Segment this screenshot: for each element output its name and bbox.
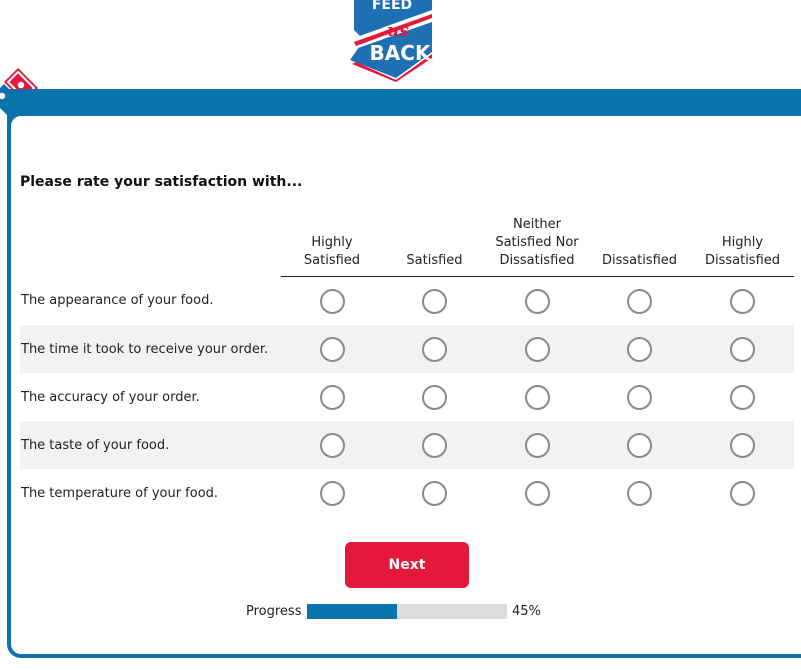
row-label-time: The time it took to receive your order. <box>20 325 281 373</box>
radio-temperature-dissatisfied[interactable] <box>627 480 652 506</box>
radio-appearance-highly-satisfied[interactable] <box>319 288 345 314</box>
radio-temperature-highly-satisfied[interactable] <box>319 480 345 506</box>
column-text: Dissatisfied <box>704 253 781 268</box>
row-label-accuracy: The accuracy of your order. <box>21 389 200 405</box>
progress-percent: 45% <box>512 604 541 619</box>
column-neither: Neither Satisfied Nor Dissatisfied <box>486 210 588 277</box>
radio-appearance-satisfied[interactable] <box>422 288 447 314</box>
content-frame-top <box>11 125 801 145</box>
table-row: The accuracy of your order. <box>20 373 794 421</box>
radio-appearance-dissatisfied[interactable] <box>627 288 652 314</box>
column-highly-satisfied: Highly Satisfied <box>281 210 383 277</box>
column-text: Dissatisfied <box>499 253 575 268</box>
table-row: The appearance of your food. <box>20 277 794 326</box>
row-label-temperature: The temperature of your food. <box>21 485 219 501</box>
column-text: Dissatisfied <box>601 253 678 268</box>
radio-appearance-highly-dissatisfied[interactable] <box>730 288 755 314</box>
progress-bar <box>307 604 507 619</box>
radio-taste-satisfied[interactable] <box>422 432 447 458</box>
column-text: Satisfied Nor <box>495 235 579 250</box>
logo-text-back: BACK <box>370 41 432 65</box>
table-row: The time it took to receive your order. <box>20 325 794 373</box>
column-text: Satisfied <box>406 253 463 268</box>
radio-time-satisfied[interactable] <box>422 336 447 362</box>
progress-bar-fill <box>307 604 397 619</box>
column-text: Satisfied <box>303 253 361 268</box>
column-dissatisfied: Dissatisfied <box>588 210 691 277</box>
radio-taste-highly-satisfied[interactable] <box>319 432 345 458</box>
column-text: Highly <box>721 235 764 250</box>
table-row: The temperature of your food. <box>20 469 794 517</box>
radio-accuracy-satisfied[interactable] <box>422 384 447 410</box>
row-label-taste: The taste of your food. <box>20 421 281 469</box>
radio-accuracy-neither[interactable] <box>524 384 550 410</box>
column-text: Highly <box>311 235 353 250</box>
radio-time-neither[interactable] <box>524 336 550 362</box>
grid-header-row: Highly Satisfied Satisfied Neither Satisfi… <box>20 210 794 277</box>
row-label-appearance: The appearance of your food. <box>21 293 214 309</box>
column-satisfied: Satisfied <box>383 210 486 277</box>
radio-appearance-neither[interactable] <box>524 288 550 314</box>
radio-time-highly-satisfied[interactable] <box>319 336 345 362</box>
logo-text-us: us <box>387 21 409 41</box>
question-title: Please rate your satisfaction with... <box>20 174 303 190</box>
progress-label: Progress <box>246 604 302 619</box>
header-blank <box>20 210 281 277</box>
radio-accuracy-highly-satisfied[interactable] <box>319 384 345 410</box>
logo-text-feed: FEED <box>372 0 412 13</box>
radio-taste-highly-dissatisfied[interactable] <box>730 432 755 458</box>
radio-accuracy-highly-dissatisfied[interactable] <box>730 384 755 410</box>
radio-time-dissatisfied[interactable] <box>627 336 652 362</box>
radio-temperature-neither[interactable] <box>524 480 550 506</box>
radio-taste-dissatisfied[interactable] <box>627 432 652 458</box>
column-highly-dissatisfied: Highly Dissatisfied <box>691 210 794 277</box>
radio-accuracy-dissatisfied[interactable] <box>627 384 652 410</box>
rating-grid: Highly Satisfied Satisfied Neither Satisfi… <box>20 210 794 517</box>
radio-temperature-satisfied[interactable] <box>422 480 447 506</box>
survey-page: FEED us BACK Please rate your satisfacti… <box>0 0 801 670</box>
radio-time-highly-dissatisfied[interactable] <box>730 336 755 362</box>
column-text: Neither <box>512 217 561 232</box>
feed-us-back-logo: FEED us BACK <box>350 0 432 82</box>
next-button[interactable]: Next <box>345 542 469 588</box>
radio-temperature-highly-dissatisfied[interactable] <box>730 480 755 506</box>
table-row: The taste of your food. <box>20 421 794 469</box>
radio-taste-neither[interactable] <box>524 432 550 458</box>
